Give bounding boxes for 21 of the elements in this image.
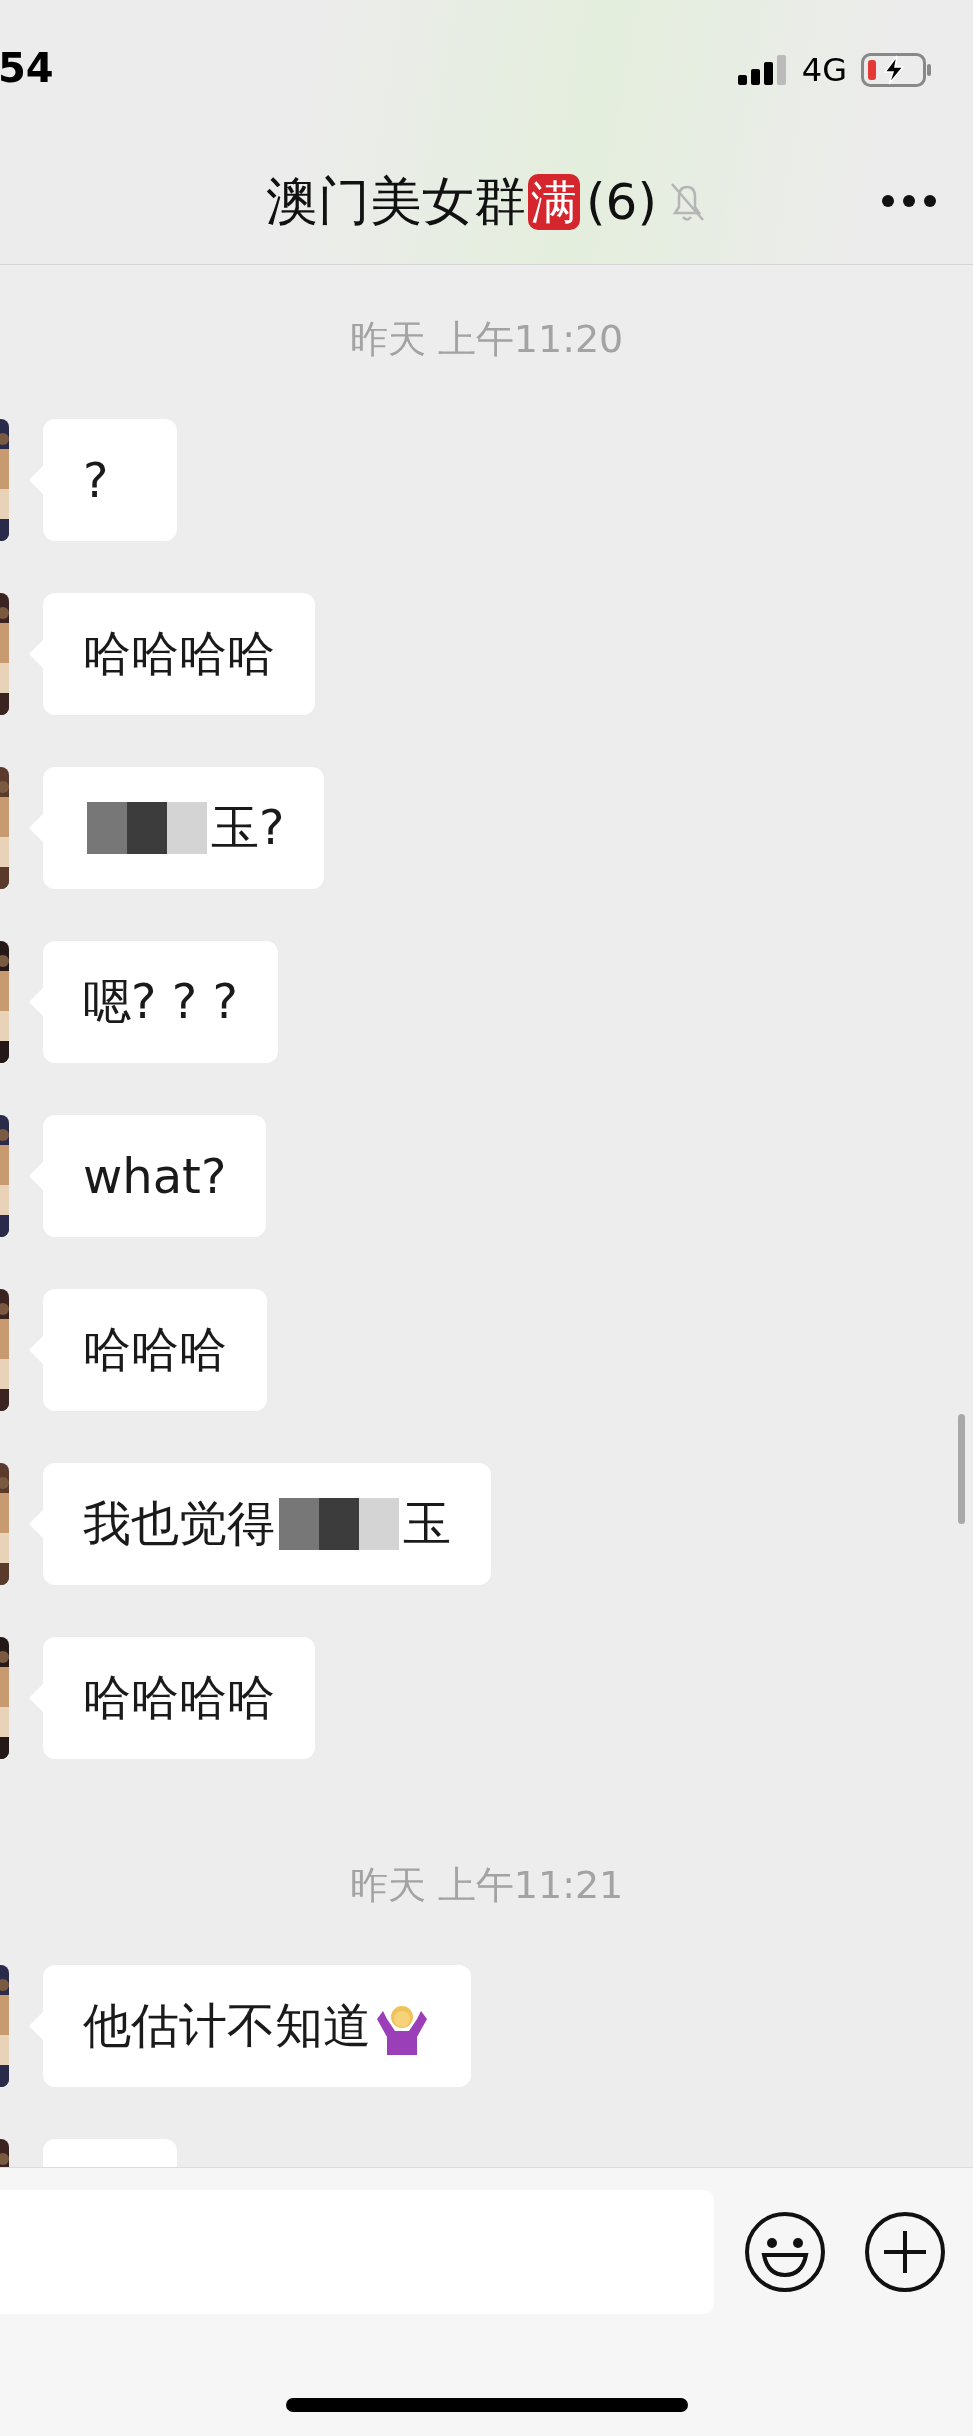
full-badge: 满 bbox=[528, 173, 581, 231]
network-label: 4G bbox=[801, 51, 847, 89]
timestamp: 昨天 上午11:21 bbox=[349, 1862, 624, 1909]
more-icon[interactable] bbox=[881, 194, 937, 208]
emoji-icon[interactable] bbox=[744, 2211, 826, 2293]
signal-icon bbox=[737, 55, 788, 85]
plus-icon[interactable] bbox=[864, 2211, 946, 2293]
member-count: (6) bbox=[586, 173, 657, 231]
message-text: 玉 bbox=[403, 1494, 451, 1553]
message-text: 我也觉得 bbox=[83, 1494, 275, 1553]
message-text: 哈哈哈哈 bbox=[83, 624, 275, 683]
message-text: 哈哈哈 bbox=[83, 1320, 227, 1379]
message-text: 他估计不知道 bbox=[83, 1996, 371, 2055]
message-text: 哈哈哈哈 bbox=[83, 1668, 275, 1727]
message-text: what? bbox=[83, 1148, 227, 1204]
chat-title: 澳门美女群 bbox=[266, 170, 527, 233]
message-text: 玉? bbox=[211, 798, 285, 857]
status-time: 54 bbox=[0, 45, 54, 91]
message-text: ? bbox=[83, 452, 109, 508]
message-text: 嗯? ? ? bbox=[83, 972, 238, 1031]
timestamp: 昨天 上午11:20 bbox=[349, 316, 624, 363]
